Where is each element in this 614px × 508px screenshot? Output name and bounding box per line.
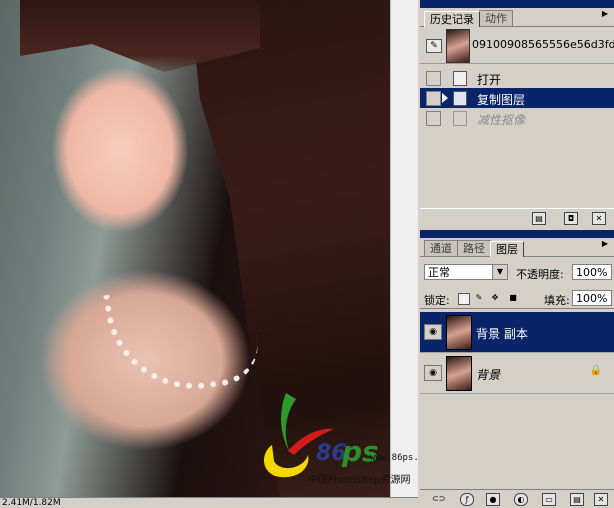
watermark-letters: ps: [342, 435, 379, 468]
fill-label: 填充:: [544, 294, 570, 307]
panel-titlebar[interactable]: [420, 0, 614, 8]
lock-all-icon[interactable]: ■: [508, 293, 518, 303]
trash-icon[interactable]: ✕: [594, 493, 608, 506]
lock-position-move-icon[interactable]: ✥: [490, 293, 500, 303]
panel-titlebar[interactable]: [420, 230, 614, 238]
layers-tabs: 通道 路径 图层: [420, 238, 614, 257]
history-brush-checkbox[interactable]: [426, 91, 441, 106]
panel-menu-icon[interactable]: ▶: [600, 10, 610, 18]
history-panel: 历史记录 动作 ▶ ✎ 09100908565556e56d3fd... 打开 …: [420, 0, 614, 226]
lock-icon: 🔒: [589, 365, 602, 376]
lock-row: 锁定: ✎ ✥ ■ 填充: 100%: [420, 288, 614, 309]
lock-transparency-icon[interactable]: [458, 293, 470, 305]
watermark: 86 ps www.86ps.com 中国Photoshop资源网: [250, 385, 418, 486]
status-bar: 2.41M/1.82M: [0, 497, 418, 508]
history-item-label: 复制图层: [477, 93, 526, 107]
new-layer-icon[interactable]: ▤: [570, 493, 584, 506]
eye-icon[interactable]: ◉: [424, 365, 442, 381]
fill-field[interactable]: 100%: [572, 290, 612, 306]
snapshot-thumbnail: [446, 29, 470, 63]
snapshot-name: 09100908565556e56d3fd...: [472, 38, 614, 51]
history-item-duplicate-layer[interactable]: 复制图层: [420, 88, 614, 108]
layer-thumbnail: [446, 356, 472, 391]
layer-row-background-copy[interactable]: ◉ 背景 副本: [420, 312, 614, 353]
link-icon[interactable]: ⊂⊃: [432, 493, 445, 504]
layer-name: 背景 副本: [476, 327, 528, 341]
layer-thumbnail: [446, 315, 472, 350]
eye-icon[interactable]: ◉: [424, 324, 442, 340]
lock-label: 锁定:: [424, 294, 450, 307]
filter-icon: [453, 111, 467, 126]
layer-style-icon[interactable]: ƒ: [460, 493, 474, 506]
lock-image-brush-icon[interactable]: ✎: [474, 293, 484, 303]
history-state-marker-icon: [442, 93, 448, 103]
tab-layers[interactable]: 图层: [490, 241, 524, 257]
history-brush-icon[interactable]: ✎: [426, 39, 442, 53]
layer-name: 背景: [476, 368, 501, 382]
trash-icon[interactable]: ✕: [592, 212, 606, 225]
watermark-site-name: 中国Photoshop资源网: [308, 475, 411, 486]
history-footer: ▤ ◘ ✕: [420, 208, 614, 227]
document-icon: [453, 91, 467, 106]
history-brush-checkbox[interactable]: [426, 71, 441, 86]
blend-mode-value: 正常: [428, 266, 450, 279]
history-item-open[interactable]: 打开: [420, 68, 614, 88]
mask-icon[interactable]: ●: [486, 493, 500, 506]
layer-row-background[interactable]: ◉ 背景 🔒: [420, 353, 614, 394]
86ps-logo-icon: [264, 393, 334, 478]
panel-menu-icon[interactable]: ▶: [600, 240, 610, 248]
document-icon: [453, 71, 467, 86]
history-brush-checkbox[interactable]: [426, 111, 441, 126]
history-snapshot[interactable]: ✎ 09100908565556e56d3fd...: [420, 27, 614, 64]
group-icon[interactable]: ▭: [542, 493, 556, 506]
document-canvas[interactable]: 86 ps www.86ps.com 中国Photoshop资源网: [0, 0, 418, 497]
tab-actions[interactable]: 动作: [479, 10, 513, 26]
adjustment-icon[interactable]: ◐: [514, 493, 528, 506]
layers-panel: 通道 路径 图层 ▶ 正常 ▼ 不透明度: 100% 锁定: ✎ ✥ ■ 填充:…: [420, 230, 614, 507]
layers-footer: ⊂⊃ ƒ ● ◐ ▭ ▤ ✕: [420, 489, 614, 508]
opacity-label: 不透明度:: [516, 268, 564, 281]
history-tabs: 历史记录 动作: [420, 8, 614, 27]
watermark-url: www.86ps.com: [370, 453, 418, 463]
history-item-label: 打开: [477, 73, 502, 87]
blend-mode-select[interactable]: 正常 ▼: [424, 264, 508, 280]
tab-channels[interactable]: 通道: [424, 240, 458, 256]
history-item-label: 减性抠像: [477, 113, 526, 127]
tab-paths[interactable]: 路径: [457, 240, 491, 256]
history-item-undone[interactable]: 减性抠像: [420, 108, 614, 128]
camera-icon[interactable]: ◘: [564, 212, 578, 225]
new-document-icon[interactable]: ▤: [532, 212, 546, 225]
opacity-field[interactable]: 100%: [572, 264, 612, 280]
blend-row: 正常 ▼ 不透明度: 100%: [420, 262, 614, 284]
chevron-down-icon[interactable]: ▼: [492, 265, 507, 279]
tab-history[interactable]: 历史记录: [424, 11, 480, 27]
